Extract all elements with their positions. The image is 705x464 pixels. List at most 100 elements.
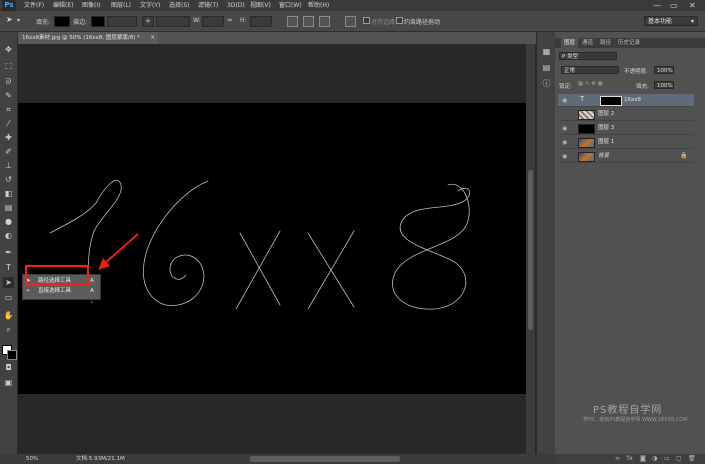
eyedropper-tool-icon[interactable]: ⁄: [3, 118, 14, 129]
menu-layer[interactable]: 图层(L): [111, 0, 131, 11]
tab-layers[interactable]: 图层: [561, 38, 579, 48]
width-field[interactable]: [202, 16, 224, 27]
fx-icon[interactable]: fx: [627, 455, 633, 462]
close-button[interactable]: ✕: [689, 0, 696, 11]
menu-file[interactable]: 文件(F): [24, 0, 44, 11]
fill-label: 填充:: [636, 84, 649, 90]
gradient-tool-icon[interactable]: ▤: [3, 202, 14, 213]
menu-view[interactable]: 视图(V): [250, 0, 271, 11]
zoom-level[interactable]: 50%: [26, 454, 38, 464]
path-select-tool-icon[interactable]: ➤: [6, 15, 13, 24]
menu-select[interactable]: 选择(S): [169, 0, 190, 11]
eye-icon[interactable]: ◉: [562, 125, 567, 132]
doc-info: 文档:5.93M/21.1M: [76, 456, 125, 462]
restore-button[interactable]: ▭: [670, 0, 678, 11]
menu-type[interactable]: 文字(Y): [140, 0, 160, 11]
horizontal-scroll-thumb[interactable]: [250, 456, 400, 462]
path-stroke-x1b: [235, 230, 281, 310]
link-icon[interactable]: ∞: [227, 16, 233, 24]
path-selection-tool-icon[interactable]: ➤: [3, 277, 14, 288]
menu-3d[interactable]: 3D(D): [227, 0, 245, 11]
layer-mask-thumbnail[interactable]: [600, 96, 622, 106]
height-field[interactable]: [250, 16, 272, 27]
eye-icon[interactable]: ◉: [562, 153, 567, 160]
crop-tool-icon[interactable]: ⌗: [3, 104, 14, 115]
brush-tool-icon[interactable]: ✐: [3, 146, 14, 157]
stroke-width-field[interactable]: [107, 16, 137, 27]
new-group-icon[interactable]: ▭: [664, 455, 670, 462]
path-arrangement-icon[interactable]: [319, 16, 330, 27]
tab-channels[interactable]: 通道: [582, 38, 593, 48]
eraser-tool-icon[interactable]: ◧: [3, 188, 14, 199]
trash-icon[interactable]: 🗑: [688, 455, 696, 462]
type-tool-icon[interactable]: T: [3, 262, 14, 273]
quick-select-tool-icon[interactable]: ✎: [3, 90, 14, 101]
pen-tool-icon[interactable]: ✒: [3, 247, 14, 258]
path-stroke-six: [143, 180, 209, 306]
constrain-path-checkbox[interactable]: [396, 17, 403, 24]
filter-kind-dropdown[interactable]: P 类型: [559, 52, 617, 60]
menu-edit[interactable]: 编辑(E): [53, 0, 73, 11]
screen-mode-icon[interactable]: ▣: [3, 377, 14, 388]
move-tool-icon[interactable]: ✥: [3, 44, 14, 55]
blend-mode-dropdown[interactable]: 正常: [561, 66, 619, 74]
path-operations-icon[interactable]: [287, 16, 298, 27]
layer-row[interactable]: ◉ T 16xx8: [558, 94, 694, 107]
zoom-tool-icon[interactable]: ⌕: [3, 324, 14, 335]
layer-row[interactable]: ◉ 图层 2: [558, 108, 694, 121]
stroke-options-icon[interactable]: +: [142, 16, 154, 27]
new-layer-icon[interactable]: ▢: [676, 455, 682, 462]
marquee-tool-icon[interactable]: ⬚: [3, 60, 14, 71]
menu-filter[interactable]: 滤镜(T): [198, 0, 218, 11]
close-tab-icon[interactable]: ✕: [150, 32, 155, 44]
fill-field[interactable]: 100%: [654, 81, 674, 89]
annotation-arrow: [98, 233, 139, 270]
stroke-type-dropdown[interactable]: [156, 16, 190, 27]
tools-panel: ✥ ⬚ ᘐ ✎ ⌗ ⁄ ✚ ✐ ⊥ ↺ ◧ ▤ ● ◐ ✒ T ➤ ▭ ✋ ⌕ …: [0, 32, 18, 454]
vertical-scroll-thumb[interactable]: [528, 170, 533, 330]
dodge-tool-icon[interactable]: ◐: [3, 230, 14, 241]
layer-row[interactable]: ◉ 图层 1: [558, 136, 694, 149]
lock-icons[interactable]: ▦ ✎ ✥ ▣: [578, 81, 603, 87]
fill-swatch[interactable]: [54, 16, 70, 27]
horizontal-scrollbar[interactable]: [130, 454, 525, 464]
workspace-dropdown[interactable]: 基本功能 ▾: [644, 16, 698, 26]
panel-dock: ▦ ▤ ⓘ: [536, 32, 555, 454]
history-panel-icon[interactable]: ▦: [541, 46, 552, 57]
healing-brush-tool-icon[interactable]: ✚: [3, 132, 14, 143]
menu-window[interactable]: 窗口(W): [279, 0, 302, 11]
clone-stamp-tool-icon[interactable]: ⊥: [3, 160, 14, 171]
background-color-swatch[interactable]: [7, 350, 17, 360]
tab-paths[interactable]: 路径: [600, 38, 611, 48]
layer-row[interactable]: ◉ 背景 🔒: [558, 150, 694, 163]
hand-tool-icon[interactable]: ✋: [3, 310, 14, 321]
stroke-swatch[interactable]: [91, 16, 105, 27]
tool-preset-arrow-icon[interactable]: ▾: [17, 17, 20, 24]
flyout-item-shortcut: A: [90, 288, 94, 294]
add-mask-icon[interactable]: ◙: [640, 455, 646, 462]
eye-icon[interactable]: ◉: [562, 97, 567, 104]
flyout-item-direct-selection[interactable]: ➢ 直接选择工具 A: [26, 287, 96, 296]
link-layers-icon[interactable]: ∞: [615, 455, 620, 462]
lasso-tool-icon[interactable]: ᘐ: [3, 76, 14, 87]
layer-row[interactable]: ◉ 图层 3: [558, 122, 694, 135]
menu-help[interactable]: 帮助(H): [308, 0, 329, 11]
adjustment-layer-icon[interactable]: ◑: [652, 455, 657, 462]
document-tab[interactable]: 16xx8素材.jpg @ 50% (16xx8, 图层蒙版/8) * ✕: [18, 32, 158, 44]
path-alignment-icon[interactable]: [303, 16, 314, 27]
align-edges-checkbox[interactable]: [363, 17, 370, 24]
tab-history[interactable]: 历史记录: [618, 38, 640, 48]
minimize-button[interactable]: —: [653, 0, 661, 11]
quick-mask-icon[interactable]: ◘: [3, 362, 14, 373]
gear-icon[interactable]: [345, 16, 356, 27]
rectangle-tool-icon[interactable]: ▭: [3, 292, 14, 303]
path-stroke-eight: [392, 184, 471, 310]
history-brush-tool-icon[interactable]: ↺: [3, 174, 14, 185]
opacity-field[interactable]: 100%: [654, 66, 674, 74]
eye-icon[interactable]: ◉: [562, 139, 567, 146]
properties-panel-icon[interactable]: ▤: [541, 62, 552, 73]
menu-image[interactable]: 图像(I): [82, 0, 100, 11]
eye-icon[interactable]: ◉: [562, 111, 567, 118]
info-panel-icon[interactable]: ⓘ: [541, 78, 552, 89]
blur-tool-icon[interactable]: ●: [3, 216, 14, 227]
